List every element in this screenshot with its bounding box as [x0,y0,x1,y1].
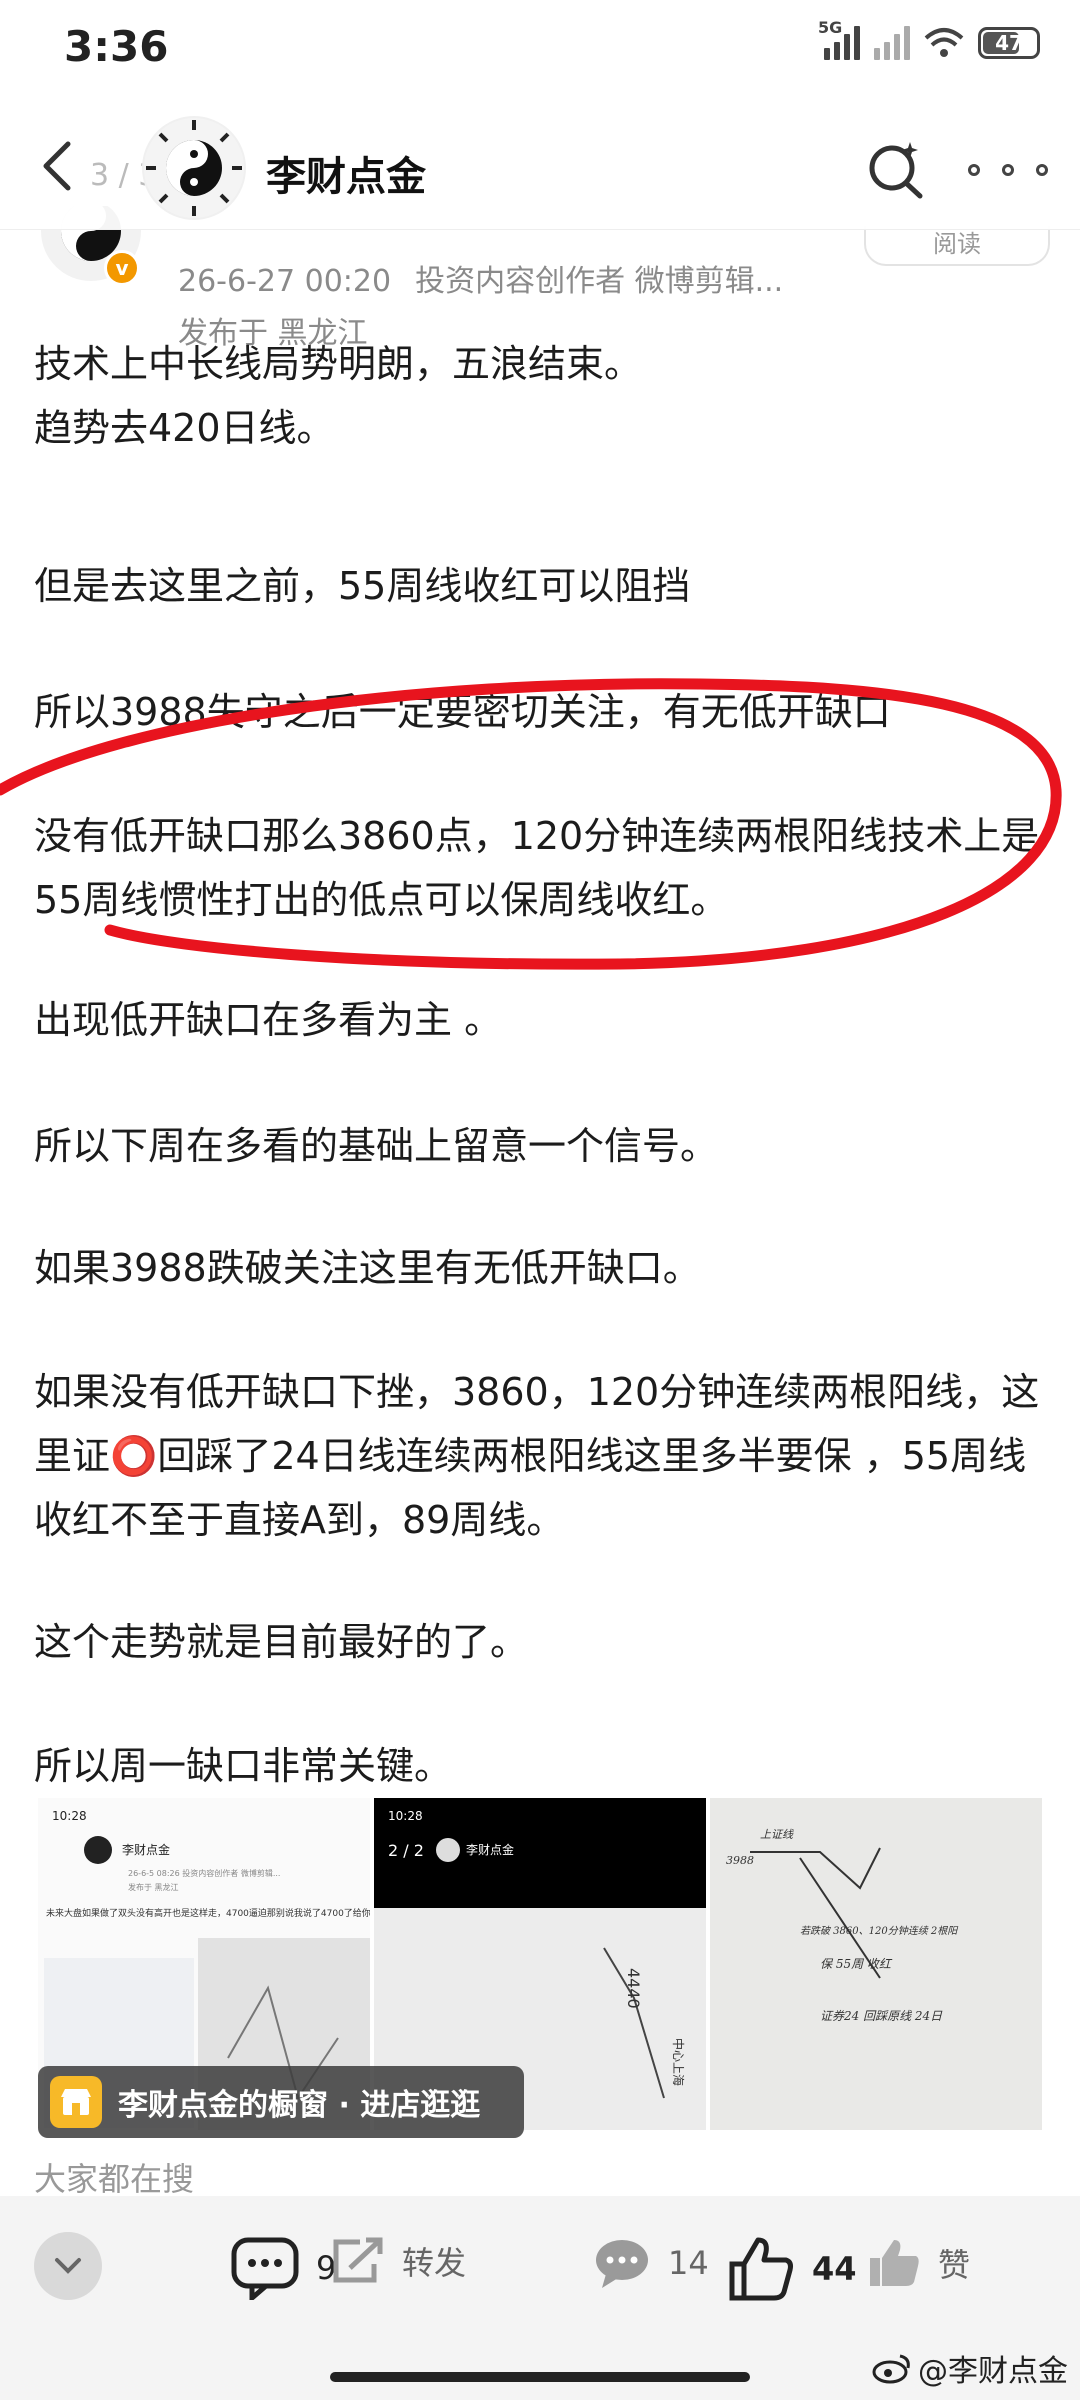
collapse-button[interactable] [34,2232,102,2300]
svg-text:10:28: 10:28 [388,1809,423,1823]
svg-text:10:28: 10:28 [52,1809,87,1823]
reply-bubble-icon [596,2240,648,2288]
post-date: 26-6-27 00:20 [178,264,392,299]
shop-window-banner[interactable]: 李财点金的橱窗 · 进店逛逛 [38,2066,524,2138]
svg-text:4440: 4440 [624,1968,643,2009]
svg-text:李财点金: 李财点金 [122,1842,170,1857]
post-image-3[interactable]: 上证线 3988 若跌破 3860、120分钟连续 2根阳 保 55周 收红 证… [710,1798,1042,2130]
paragraph: 没有低开缺口那么3860点，120分钟连续两根阳线技术上是55周线惯性打出的低点… [34,814,1040,922]
home-indicator[interactable] [330,2372,750,2382]
paragraph: 这个走势就是目前最好的了。 [34,1620,529,1664]
weibo-logo-icon [872,2354,910,2384]
paragraph: 如果3988跌破关注这里有无低开缺口。 [34,1246,701,1290]
svg-text:保 55周 收红: 保 55周 收红 [820,1957,893,1971]
svg-text:证券24 回踩原线 24日: 证券24 回踩原线 24日 [820,2009,943,2023]
trending-search-hint[interactable]: 大家都在搜 [34,2154,194,2200]
like-count: 44 [812,2250,857,2288]
svg-text:上证线: 上证线 [760,1828,794,1841]
verified-badge-icon: v [104,250,140,286]
shop-banner-text: 李财点金的橱窗 · 进店逛逛 [118,2088,481,2123]
paragraph: 出现低开缺口在多看为主 。 [34,998,503,1042]
signal-5g-icon: 5G [818,18,860,60]
back-arrow-icon[interactable] [30,136,90,196]
svg-text:李财点金: 李财点金 [466,1842,514,1857]
praise-icon [870,2240,919,2286]
paragraph: 所以周一缺口非常关键。 [34,1744,453,1788]
header-title: 李财点金 [266,154,426,200]
status-icons: 5G 47 [818,18,1040,60]
svg-text:未来大盘如果做了双头没有高开也是这样走，4700逼迫那别说我: 未来大盘如果做了双头没有高开也是这样走，4700逼迫那别说我说了4700了给你目… [46,1907,370,1919]
paragraph: 所以3988失守之后一定要密切关注，有无低开缺口 [34,690,891,734]
more-options-icon[interactable] [968,150,1048,190]
search-icon[interactable] [864,138,928,202]
svg-text:3988: 3988 [726,1854,754,1867]
svg-text:若跌破 3860、120分钟连续 2根阳: 若跌破 3860、120分钟连续 2根阳 [800,1925,959,1937]
reply-button[interactable]: 14 [592,2236,709,2290]
signal-icon [874,26,910,60]
weibo-watermark: @李财点金 [872,2346,1068,2390]
praise-label: 赞 [938,2246,971,2284]
comment-icon [231,2237,299,2300]
svg-text:发布于 黑龙江: 发布于 黑龙江 [128,1882,179,1892]
author-description: 投资内容创作者 微博剪辑... [415,264,784,299]
status-bar: 3:36 5G 47 [0,0,1080,100]
praise-button[interactable]: 赞 [866,2236,970,2290]
status-clock: 3:36 [64,22,169,71]
paragraph: 技术上中长线局势明朗，五浪结束。 趋势去420日线。 [34,342,643,450]
thumbs-up-icon [729,2237,793,2301]
battery-icon: 47 [978,27,1040,59]
repost-label: 转发 [402,2244,467,2282]
chevron-down-icon [55,2258,81,2274]
shop-icon [50,2076,102,2128]
paragraph: 但是去这里之前，55周线收红可以阻挡 [34,564,691,608]
svg-text:2 / 2: 2 / 2 [388,1841,424,1860]
header-avatar[interactable] [142,116,246,220]
repost-icon [333,2237,383,2283]
svg-text:26-6-5 08:26 投资内容创作者 微博剪辑...: 26-6-5 08:26 投资内容创作者 微博剪辑... [128,1868,280,1878]
paragraph: 所以下周在多看的基础上留意一个信号。 [34,1124,719,1168]
top-nav-bar: 3 / 3 李财点金 [0,100,1080,230]
like-button[interactable]: 44 [726,2236,857,2302]
watermark-text: @李财点金 [918,2354,1068,2389]
read-badge[interactable]: 阅读 [864,226,1050,266]
repost-button[interactable]: 转发 [330,2236,466,2286]
comment-button[interactable]: 9 [230,2236,336,2300]
svg-text:中心上海: 中心上海 [671,2038,686,2086]
post-meta: 26-6-27 00:20 投资内容创作者 微博剪辑... [178,256,783,300]
wifi-icon [924,28,964,57]
paragraph: 如果没有低开缺口下挫，3860，120分钟连续两根阳线，这里证⭕回踩了24日线连… [34,1370,1040,1542]
reply-count: 14 [668,2244,709,2282]
